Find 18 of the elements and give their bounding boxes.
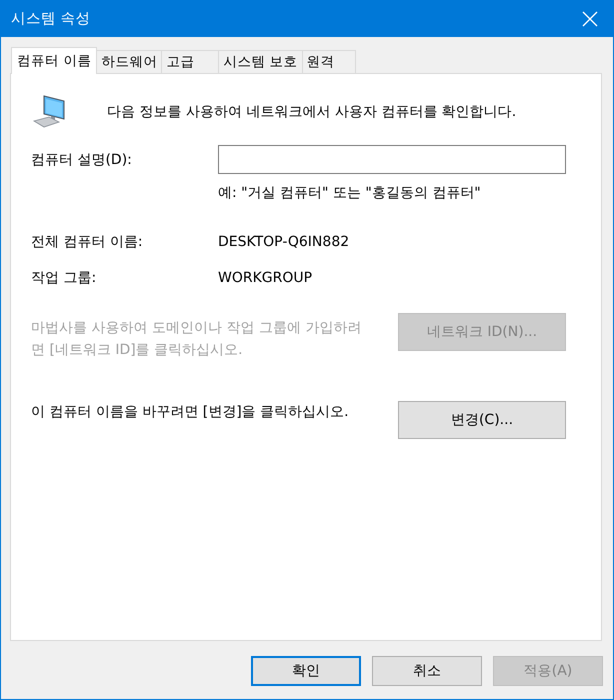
info-label: 전체 컴퓨터 이름:: [31, 233, 144, 251]
info-label: 작업 그룹:: [31, 269, 98, 287]
intro-text: 다음 정보를 사용하여 네트워크에서 사용자 컴퓨터를 확인합니다.: [107, 103, 516, 121]
tab[interactable]: 원격: [302, 50, 356, 73]
computer-icon: [31, 94, 67, 130]
info-value: DESKTOP-Q6IN882: [218, 234, 350, 250]
info-value: WORKGROUP: [218, 270, 312, 286]
dialog-button[interactable]: 취소: [372, 656, 482, 686]
action-button[interactable]: 변경(C)...: [398, 401, 566, 439]
action-text: 이 컴퓨터 이름을 바꾸려면 [변경]을 클릭하십시오.: [31, 403, 350, 422]
field-label: 컴퓨터 설명(D):: [31, 150, 133, 168]
close-icon: [582, 10, 598, 26]
window-title: 시스템 속성: [10, 10, 91, 28]
action-text: 마법사를 사용하여 도메인이나 작업 그룹에 가입하려면 [네트워크 ID]를 클릭하십시오.: [31, 319, 362, 360]
dialog-button[interactable]: 확인: [251, 656, 361, 686]
description-field[interactable]: [218, 145, 566, 174]
hint-text: 예: "거실 컴퓨터" 또는 "홍길동의 컴퓨터": [218, 184, 482, 202]
tab[interactable]: 컴퓨터 이름: [11, 47, 98, 74]
